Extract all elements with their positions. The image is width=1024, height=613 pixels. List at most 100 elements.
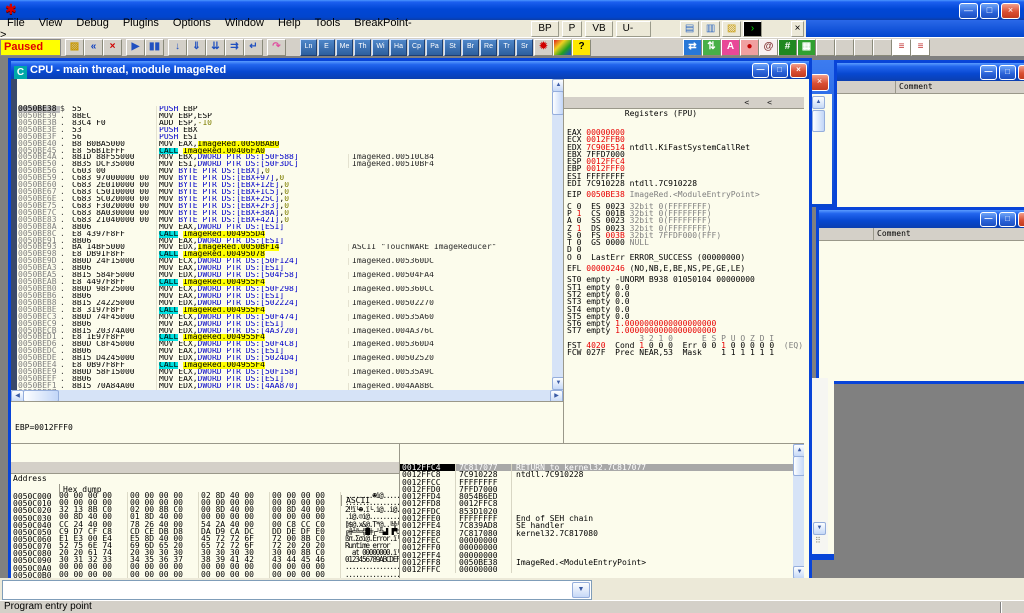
disasm-row[interactable]: 0050BEC9.8B06MOV EAX,DWORD PTR DS:[ESI] [11, 321, 563, 328]
help-icon[interactable]: ? [572, 39, 591, 56]
disasm-row[interactable]: 0050BE3B.83C4 F0ADD ESP,-10 [11, 120, 563, 127]
panel-button-th[interactable]: Th [354, 39, 371, 56]
minimize-button[interactable]: — [980, 212, 997, 227]
hidden-window-close-button[interactable]: × [810, 74, 829, 91]
empty-button[interactable] [816, 39, 835, 56]
dump-row[interactable]: 0050C0A000 00 00 0000 00 00 0000 00 00 0… [11, 563, 399, 570]
menu-button-u-bpm[interactable]: U-BPM [616, 21, 652, 37]
list-icon[interactable]: ≡ [892, 39, 911, 56]
resize-grip[interactable]: ⠿ [815, 538, 827, 550]
list2-icon[interactable]: ≡ [911, 39, 930, 56]
panel-button-me[interactable]: Me [336, 39, 353, 56]
disasm-row[interactable]: 0050BEE9.8B0D 58F15000MOV ECX,DWORD PTR … [11, 369, 563, 376]
disasm-row[interactable]: 0050BEE4.E8 0B97F8FFCALL ImageRed.004955… [11, 362, 563, 369]
disasm-row[interactable]: 0050BE3F.56PUSH ESI [11, 134, 563, 141]
record-dot-icon[interactable]: ● [740, 39, 759, 56]
disasm-row[interactable]: 0050BE75.C683 F3020000 00MOV BYTE PTR DS… [11, 203, 563, 210]
dump-row[interactable]: 0050C0B000 00 00 0000 00 00 0000 00 00 0… [11, 571, 399, 578]
panel-button-e[interactable]: E [318, 39, 335, 56]
disasm-row[interactable]: 0050BE3E.53PUSH EBX [11, 127, 563, 134]
disasm-row[interactable]: 0050BE4A.8B1D 88F55000MOV EBX,DWORD PTR … [11, 154, 563, 161]
registers-pane[interactable]: Registers (FPU) << EAX 00000000ECX 0012F… [563, 79, 804, 443]
scroll-down-icon[interactable]: ▼ [813, 522, 826, 535]
empty-button[interactable] [854, 39, 873, 56]
disasm-row[interactable]: 0050BE50.8B35 DCF35000MOV ESI,DWORD PTR … [11, 161, 563, 168]
comment-window-mid-titlebar[interactable]: — □ × [819, 210, 1024, 228]
maximize-button[interactable]: □ [980, 3, 999, 19]
hex-dump-pane[interactable]: Address Hex dump ASCII 0050C00000 00 00 … [11, 443, 399, 578]
animate-into-icon[interactable]: ⇊ [206, 39, 225, 56]
dump-row[interactable]: 0050C07052 75 6E 7469 6D 65 2065 72 72 6… [11, 542, 399, 549]
a-icon[interactable]: A [721, 39, 740, 56]
disasm-row[interactable]: 0050BE45.E8 56B1EFFFCALL ImageRed.00406F… [11, 148, 563, 155]
scroll-down-icon[interactable]: ▼ [793, 566, 804, 578]
maximize-button[interactable]: □ [999, 212, 1016, 227]
disasm-row[interactable]: 0050BEDC.8B06MOV EAX,DWORD PTR DS:[ESI] [11, 348, 563, 355]
open-file-icon[interactable]: ▨ [65, 39, 84, 56]
menu-item-help[interactable]: Help [271, 16, 308, 30]
menu-button-p[interactable]: P [562, 21, 583, 37]
binary-icon[interactable]: # [778, 39, 797, 56]
disasm-row[interactable]: 0050BE40.B8 B0BA5000MOV EAX,ImageRed.005… [11, 141, 563, 148]
disasm-row[interactable]: 0050BE8A.8B06MOV EAX,DWORD PTR DS:[ESI] [11, 224, 563, 231]
dump-row[interactable]: 0050C050C9 D7 CF C8CD CE DB D8DA D9 CA D… [11, 528, 399, 535]
disasm-row[interactable]: 0050BEDE.8B15 D4245000MOV EDX,DWORD PTR … [11, 355, 563, 362]
restore-button[interactable]: □ [771, 63, 788, 78]
stack-row[interactable]: 0012FFFC00000000 [400, 566, 804, 573]
step-into-icon[interactable]: ↓ [168, 39, 187, 56]
cpu-window-titlebar[interactable]: CCPU - main thread, module ImageRed — □ … [11, 61, 809, 79]
dump-row[interactable]: 0050C040CC 24 40 0078 26 40 0054 2A 40 0… [11, 521, 399, 528]
panel-button-pa[interactable]: Pa [426, 39, 443, 56]
run-icon[interactable]: ▶ [126, 39, 145, 56]
disasm-row[interactable]: 0050BEEF.8B06MOV EAX,DWORD PTR DS:[ESI] [11, 376, 563, 383]
scrollbar-thumb[interactable] [793, 456, 804, 476]
disasm-hscrollbar[interactable]: ◀ ▶ [11, 390, 563, 401]
animate-over-icon[interactable]: ⇉ [225, 39, 244, 56]
execute-till-return-icon[interactable]: ↵ [244, 39, 263, 56]
updown-icon[interactable]: ⇅ [702, 39, 721, 56]
disasm-row[interactable]: 0050BEB8.8B15 24225000MOV EDX,DWORD PTR … [11, 300, 563, 307]
close-button[interactable]: × [790, 63, 807, 78]
disasm-row[interactable]: 0050BE7C.C683 8A030000 00MOV BYTE PTR DS… [11, 210, 563, 217]
disasm-row[interactable]: 0050BEB6.8B06MOV EAX,DWORD PTR DS:[ESI] [11, 293, 563, 300]
disasm-row[interactable]: 0050BE6E.C683 5C020000 00MOV BYTE PTR DS… [11, 196, 563, 203]
disasm-row[interactable]: 0050BEAB.E8 4497F8FFCALL ImageRed.004955… [11, 279, 563, 286]
disasm-row[interactable]: 0050BECB.8B15 20374A00MOV EDX,DWORD PTR … [11, 328, 563, 335]
scrollbar-thumb[interactable] [812, 110, 825, 132]
disasm-row[interactable]: 0050BE93.BA 14BF5000MOV EDX,ImageRed.005… [11, 244, 563, 251]
register-line[interactable]: FCW 027F Prec NEAR,53 Mask 1 1 1 1 1 1 [564, 349, 804, 356]
panel-button-ha[interactable]: Ha [390, 39, 407, 56]
menu-item-view[interactable]: View [32, 16, 70, 30]
registers-header-buttons[interactable]: << [744, 97, 790, 108]
menu-item-tools[interactable]: Tools [308, 16, 348, 30]
disasm-row[interactable]: 0050BE91.8B06MOV EAX,DWORD PTR DS:[ESI] [11, 238, 563, 245]
disasm-row[interactable]: 0050BEA5.8B15 584F5000MOV EDX,DWORD PTR … [11, 272, 563, 279]
chevron-down-icon[interactable]: ▼ [572, 582, 590, 598]
panel-button-re[interactable]: Re [480, 39, 497, 56]
menu-button-bp[interactable]: BP [531, 21, 558, 37]
minimize-button[interactable]: — [752, 63, 769, 78]
empty-button[interactable] [873, 39, 892, 56]
dump-row[interactable]: 0050C060E1 E3 00 E4E5 8D 40 0045 72 72 6… [11, 535, 399, 542]
appearance-icon[interactable] [553, 39, 572, 56]
disassembly-pane[interactable]: 0050BE38$55PUSH EBP0050BE39.8BECMOV EBP,… [11, 79, 563, 390]
swap-icon[interactable]: ⇄ [683, 39, 702, 56]
panel-button-sr[interactable]: Sr [516, 39, 533, 56]
minimize-button[interactable]: — [980, 65, 997, 80]
menu-item-debug[interactable]: Debug [69, 16, 115, 30]
options-gear-icon[interactable]: ✹ [534, 39, 553, 56]
scroll-up-icon[interactable]: ▲ [812, 96, 825, 109]
notes-icon[interactable]: ▥ [701, 21, 720, 37]
disasm-row[interactable]: 0050BEA3.8B06MOV EAX,DWORD PTR DS:[ESI] [11, 265, 563, 272]
close-button[interactable]: × [1018, 65, 1024, 80]
disasm-row[interactable]: 0050BE98.E8 DB91F8FFCALL ImageRed.004950… [11, 251, 563, 258]
disasm-row[interactable]: 0050BE39.8BECMOV EBP,ESP [11, 113, 563, 120]
column-header[interactable]: Comment [837, 81, 1024, 94]
register-line[interactable]: EFL 00000246 (NO,NB,E,BE,NS,PE,GE,LE) [564, 265, 804, 272]
disasm-row[interactable]: 0050BE56.C603 00MOV BYTE PTR DS:[EBX],0 [11, 168, 563, 175]
close-button[interactable]: × [1001, 3, 1020, 19]
command-combo[interactable]: ▼ [2, 580, 592, 600]
dump-row[interactable]: 0050C09030 31 32 3334 35 36 3738 39 41 4… [11, 556, 399, 563]
dump-row[interactable]: 0050C02032 13 8B C002 00 8B C000 8D 40 0… [11, 506, 399, 513]
panel-button-st[interactable]: St [444, 39, 461, 56]
